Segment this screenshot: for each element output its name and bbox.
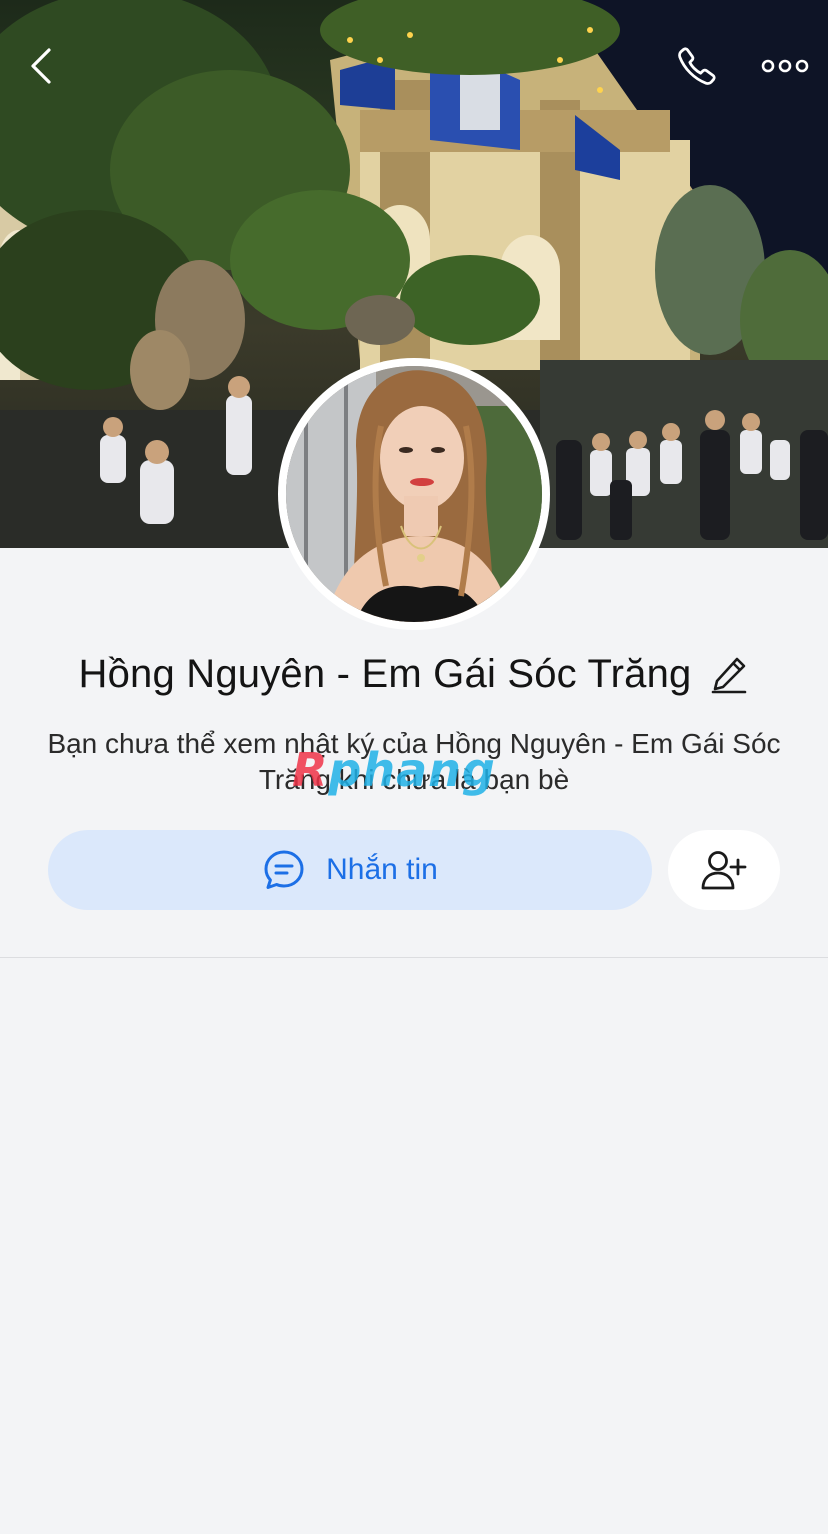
call-button[interactable] bbox=[668, 40, 726, 92]
more-options-button[interactable] bbox=[752, 40, 818, 92]
message-button[interactable]: Nhắn tin bbox=[48, 830, 652, 910]
ellipsis-icon bbox=[761, 59, 809, 73]
privacy-notice: Bạn chưa thể xem nhật ký của Hồng Nguyên… bbox=[47, 728, 781, 795]
avatar bbox=[286, 366, 542, 622]
pencil-icon[interactable] bbox=[709, 654, 749, 694]
phone-icon bbox=[678, 47, 716, 85]
avatar-frame[interactable] bbox=[278, 358, 550, 630]
chat-bubble-icon bbox=[264, 850, 304, 889]
back-button[interactable] bbox=[18, 40, 66, 92]
profile-name: Hồng Nguyên - Em Gái Sóc Trăng bbox=[78, 651, 692, 696]
chevron-left-icon bbox=[31, 48, 51, 84]
section-divider bbox=[0, 957, 828, 958]
profile-name-row: Hồng Nguyên - Em Gái Sóc Trăng bbox=[0, 646, 828, 702]
avatar-photo bbox=[286, 366, 542, 622]
message-button-label: Nhắn tin bbox=[326, 853, 438, 886]
add-friend-button[interactable] bbox=[668, 830, 780, 910]
user-plus-icon bbox=[701, 851, 747, 890]
